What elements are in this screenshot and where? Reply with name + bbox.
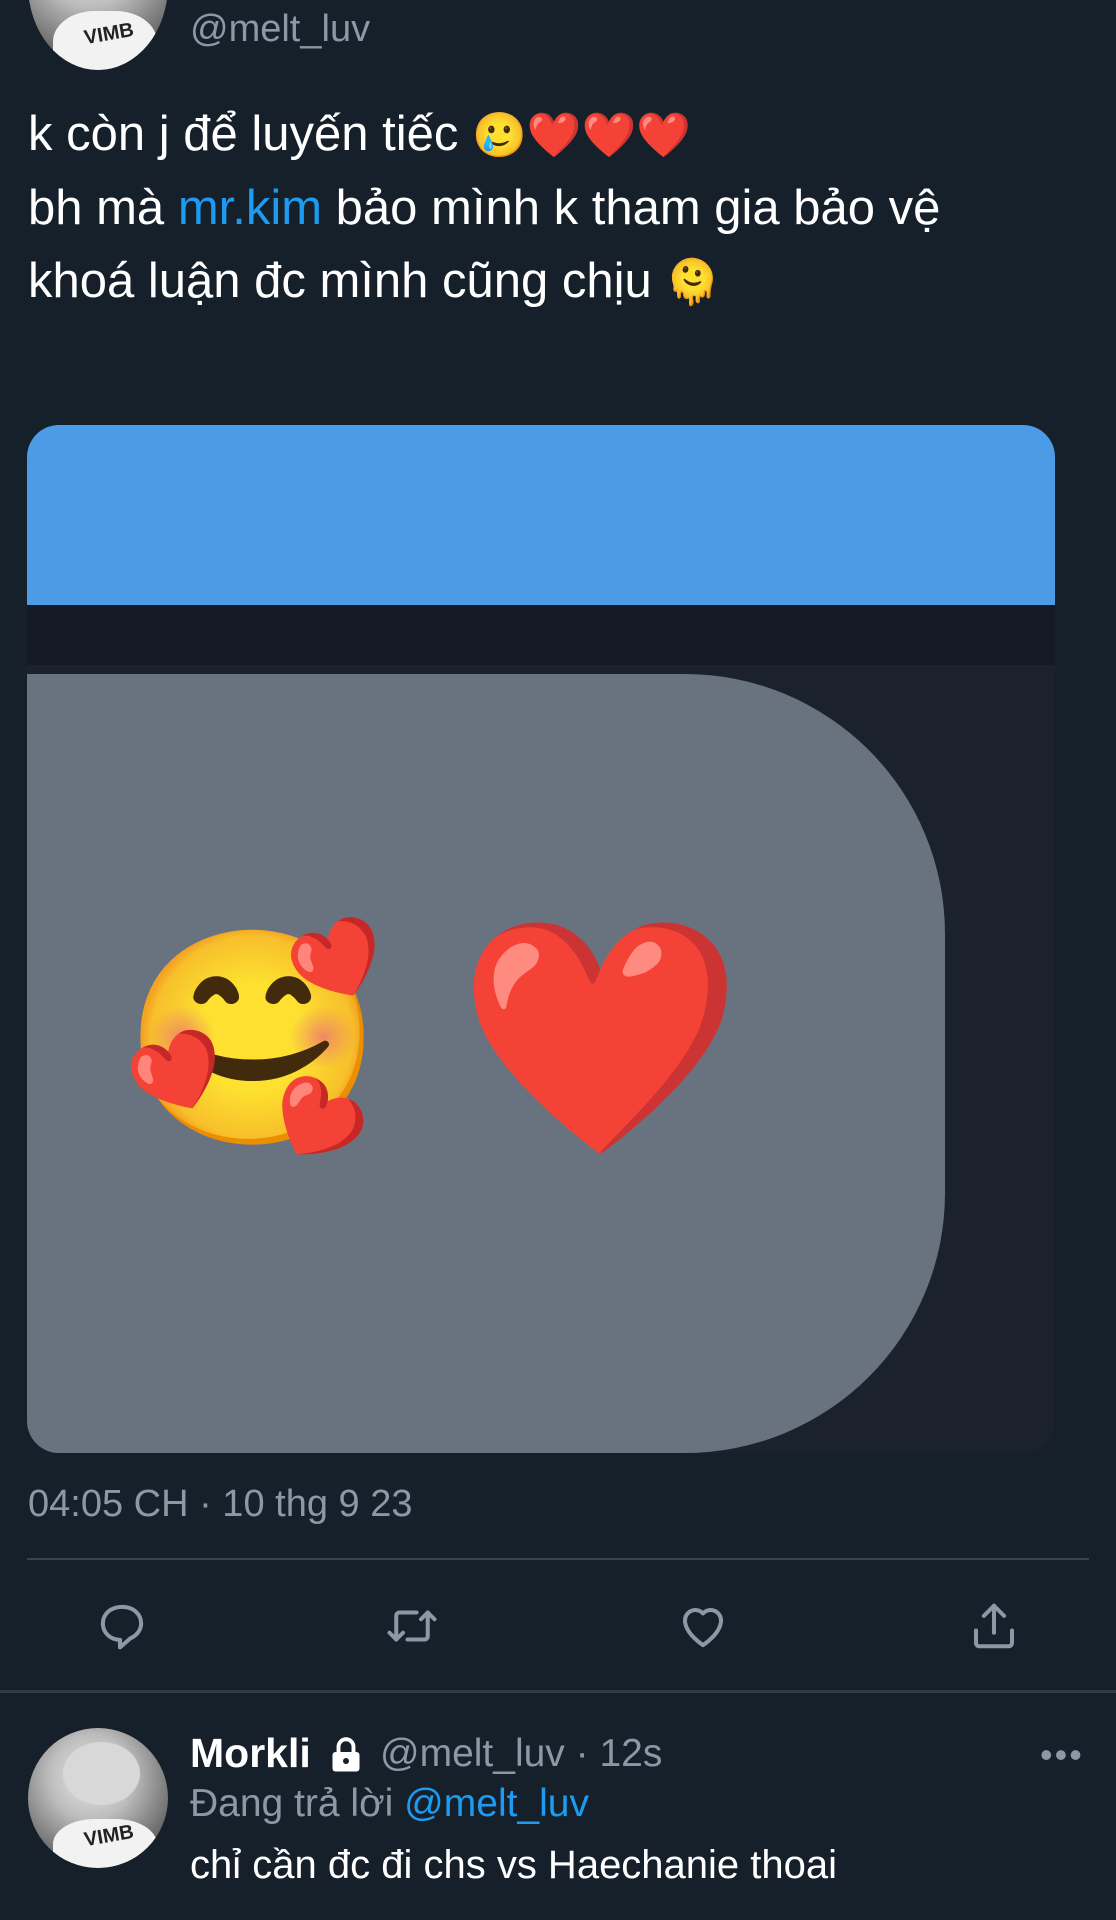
heart-icon [682,1608,724,1648]
divider-top [27,1558,1089,1560]
tweet-timestamp[interactable]: 04:05 CH · 10 thg 9 23 [28,1483,412,1526]
smiling-face-hearts-emoji: 🥰 [122,916,384,1161]
replying-mention-link[interactable]: @melt_luv [404,1782,589,1825]
tweet-text: k còn j để luyến tiếc 🥲❤️❤️❤️ bh mà mr.k… [28,98,1098,319]
reply-text: chỉ cần đc đi chs vs Haechanie thoai [190,1843,838,1887]
reply-button[interactable] [94,1598,150,1654]
tweet-media-image[interactable]: 🥰 ❤️ [27,425,1055,1453]
media-message-bubble: 🥰 ❤️ [27,674,945,1453]
tweet-line-3-emoji: 🫠 [665,257,721,308]
tweet-line-3: khoá luận đc mình cũng chịu 🫠 [28,245,1098,319]
author-handle[interactable]: @melt_luv [190,8,370,51]
avatar-hair [63,1742,140,1805]
replying-prefix: Đang trả lời [190,1782,405,1825]
replying-to: Đang trả lời @melt_luv [190,1782,589,1826]
share-button[interactable] [966,1598,1022,1654]
reply-avatar[interactable]: VIMB [28,1728,168,1868]
lock-icon [332,1737,360,1772]
reply-icon [100,1604,144,1650]
share-icon [973,1603,1015,1649]
retweet-icon [387,1610,437,1642]
tweet-line-2-prefix: bh mà [28,181,178,235]
media-blue-bar [27,425,1055,605]
tweet-line-2: bh mà mr.kim bảo mình k tham gia bảo vệ [28,172,1098,245]
more-options-button[interactable]: ••• [1040,1734,1084,1776]
tweet-line-3-text: khoá luận đc mình cũng chịu [28,254,652,308]
divider-bottom [0,1690,1116,1693]
reply-display-name[interactable]: Morkli [190,1730,311,1777]
tweet-line-1: k còn j để luyến tiếc 🥲❤️❤️❤️ [28,98,1098,172]
tweet-line-1-text: k còn j để luyến tiếc [28,107,459,161]
red-heart-emoji: ❤️ [457,905,744,1172]
mention-link[interactable]: mr.kim [178,181,322,235]
tweet-line-2-suffix: bảo mình k tham gia bảo vệ [322,181,941,235]
media-dark-band [27,605,1055,665]
tweet-line-1-emojis: 🥲❤️❤️❤️ [471,110,692,161]
like-button[interactable] [675,1598,731,1654]
reply-handle-time[interactable]: @melt_luv · 12s [380,1732,662,1776]
retweet-button[interactable] [384,1598,440,1654]
author-avatar[interactable]: VIMB [28,0,168,70]
